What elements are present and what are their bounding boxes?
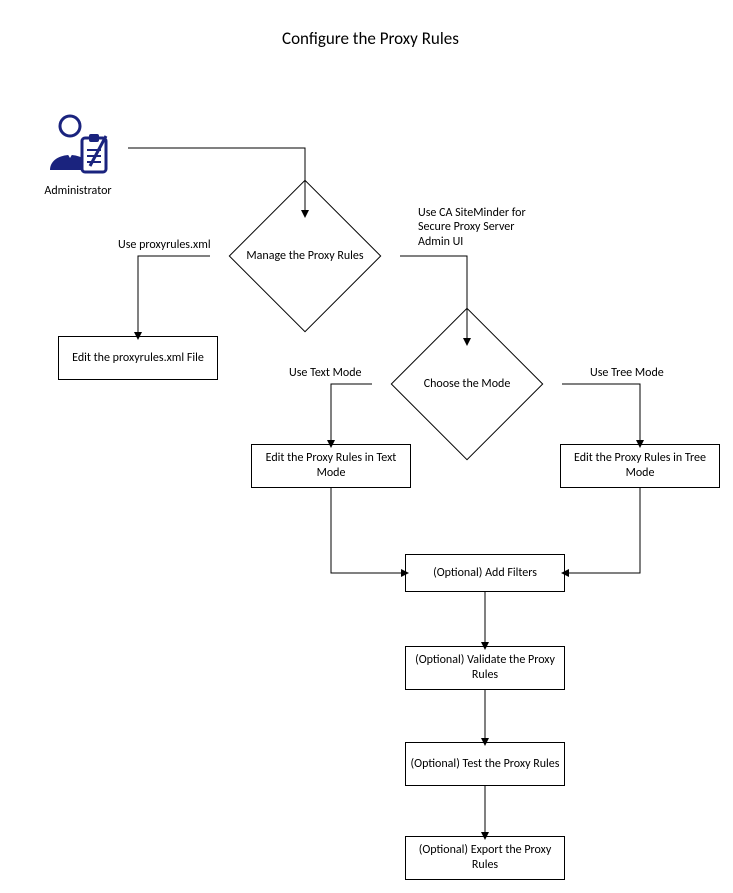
box-edit-tree-mode: Edit the Proxy Rules in Tree Mode xyxy=(560,444,720,488)
decision-choose-mode: Choose the Mode xyxy=(368,342,566,426)
decision-label: Choose the Mode xyxy=(368,342,566,426)
box-add-filters: (Optional) Add Filters xyxy=(405,554,565,592)
decision-label: Manage the Proxy Rules xyxy=(206,214,404,298)
administrator-icon xyxy=(42,112,114,184)
flowchart-canvas: { "title": "Configure the Proxy Rules", … xyxy=(0,0,733,893)
edge-label-use-text-mode: Use Text Mode xyxy=(289,366,361,380)
box-edit-text-mode: Edit the Proxy Rules in Text Mode xyxy=(251,444,411,488)
edge-label-use-tree-mode: Use Tree Mode xyxy=(590,366,664,380)
edge-label-use-admin-ui: Use CA SiteMinder for Secure Proxy Serve… xyxy=(418,206,548,249)
decision-manage-proxy-rules: Manage the Proxy Rules xyxy=(206,214,404,298)
actor-label: Administrator xyxy=(30,184,126,198)
box-validate-proxy-rules: (Optional) Validate the Proxy Rules xyxy=(405,646,565,690)
box-test-proxy-rules: (Optional) Test the Proxy Rules xyxy=(405,742,565,786)
box-export-proxy-rules: (Optional) Export the Proxy Rules xyxy=(405,836,565,880)
page-title: Configure the Proxy Rules xyxy=(282,28,459,49)
box-edit-proxyrules-xml: Edit the proxyrules.xml File xyxy=(58,336,218,380)
edge-label-use-proxyrules-xml: Use proxyrules.xml xyxy=(118,238,211,252)
actor-administrator: Administrator xyxy=(30,112,126,198)
